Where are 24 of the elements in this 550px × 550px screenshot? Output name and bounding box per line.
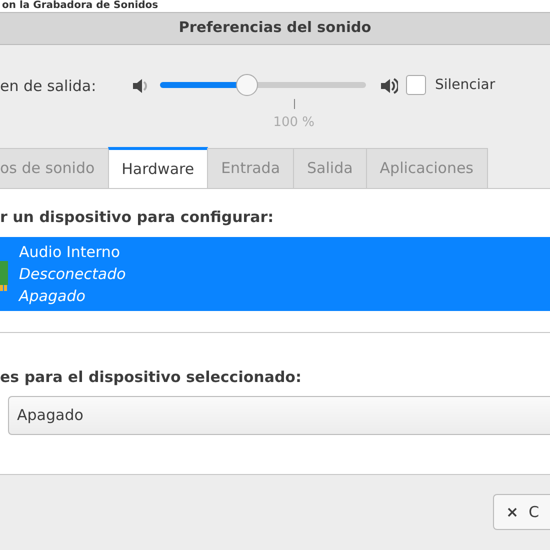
profile-combo-box[interactable]: Apagado	[8, 396, 550, 435]
sound-card-icon	[0, 260, 8, 290]
volume-label: en de salida:	[0, 76, 98, 97]
slider-thumb[interactable]	[236, 74, 258, 96]
tab[interactable]: Hardware	[108, 147, 208, 188]
tab[interactable]: Aplicaciones	[366, 148, 488, 188]
device-name: Audio Interno	[19, 242, 122, 262]
window-title: on la Grabadora de Sonidos	[1, 0, 158, 12]
device-profile: Apagado	[19, 286, 86, 306]
volume-slider[interactable]: 100 %	[160, 75, 366, 133]
speaker-quiet-icon	[132, 77, 150, 95]
mute-checkbox[interactable]	[406, 75, 426, 95]
close-button[interactable]: × C	[493, 494, 550, 530]
section-heading: es para el dispositivo seleccionado:	[0, 366, 302, 388]
slider-mark-label: 100 %	[273, 114, 315, 132]
mute-label: Silenciar	[435, 76, 496, 95]
window-title: Preferencias del sonido	[178, 18, 372, 38]
tab[interactable]: Entrada	[207, 148, 294, 188]
speaker-loud-icon	[380, 77, 398, 95]
section-heading: r un dispositivo para configurar:	[0, 207, 275, 228]
tab[interactable]: os de sonido	[0, 148, 109, 188]
device-status: Desconectado	[19, 264, 126, 284]
device-list-item[interactable]: Audio Interno Desconectado Apagado	[0, 236, 550, 310]
tab[interactable]: Salida	[293, 148, 367, 188]
